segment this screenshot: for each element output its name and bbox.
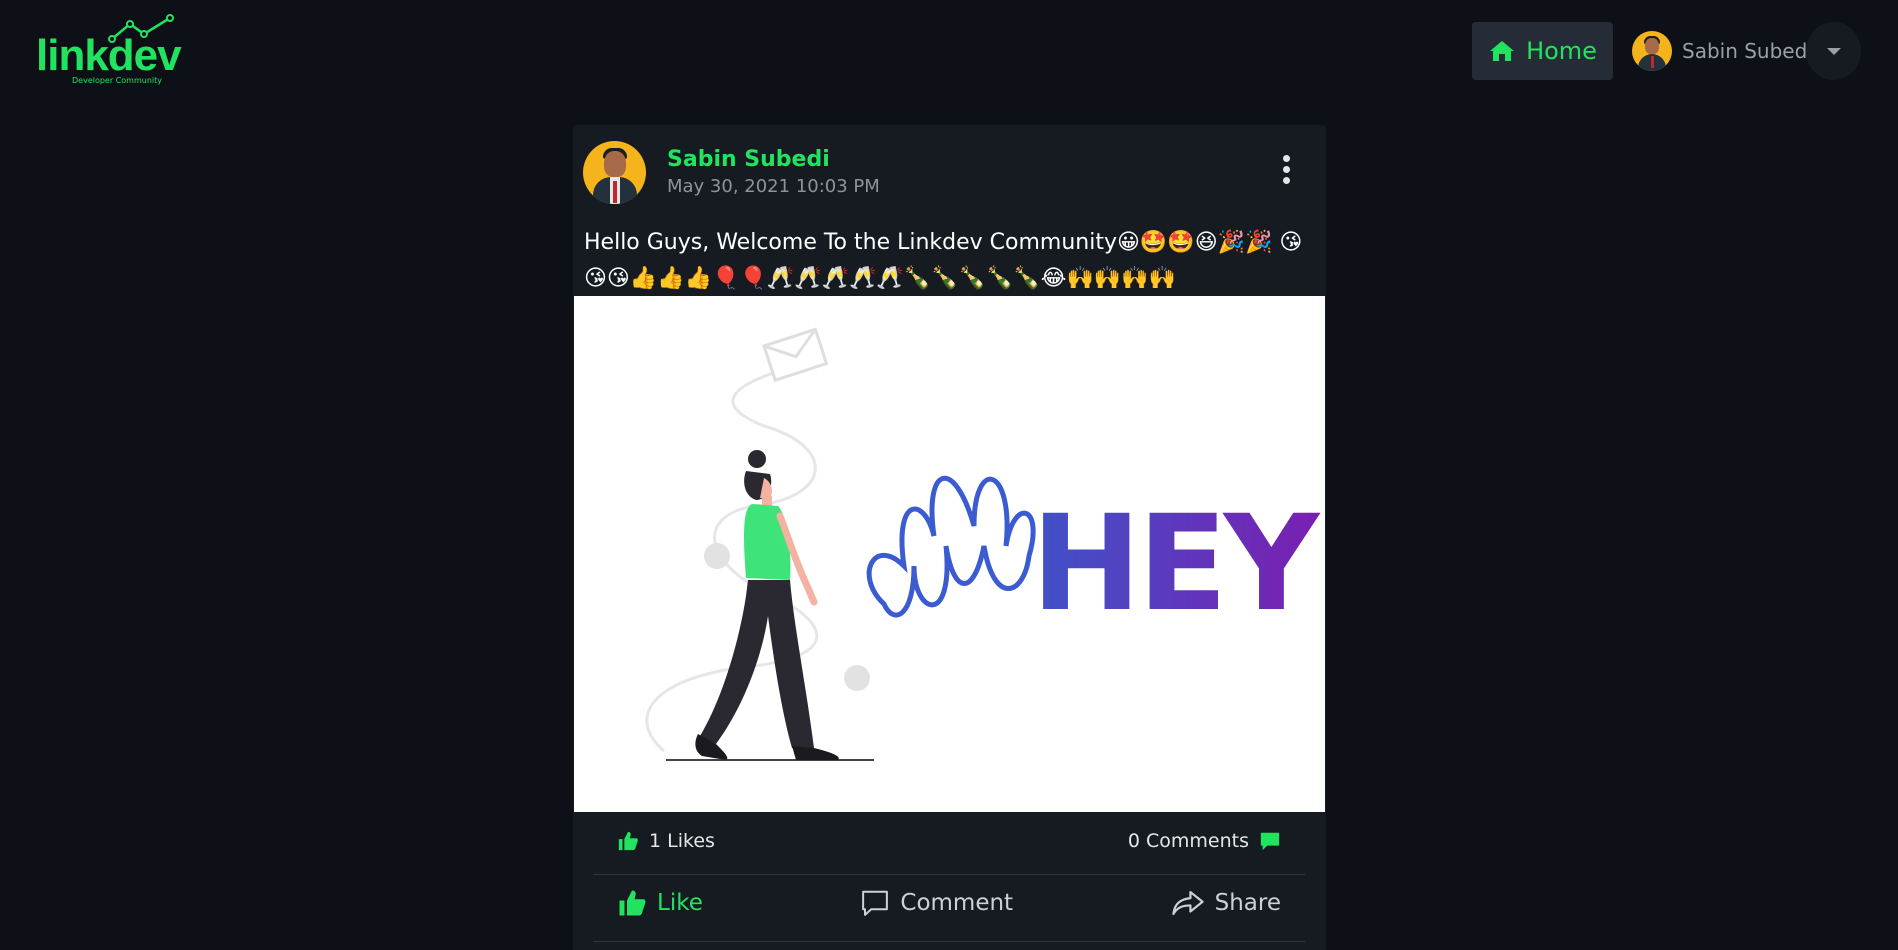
- hey-text: HEY: [1031, 487, 1321, 641]
- comments-count[interactable]: 0 Comments: [1128, 830, 1281, 852]
- chevron-down-icon: [1826, 47, 1841, 55]
- home-icon: [1490, 41, 1515, 61]
- post-actions: Like Comment Share: [617, 888, 1281, 918]
- user-menu[interactable]: Sabin Subedi: [1632, 30, 1813, 72]
- avatar: [1632, 31, 1672, 71]
- comment-icon: [862, 890, 889, 916]
- thumbs-up-icon: [619, 890, 646, 916]
- comment-button[interactable]: Comment: [860, 888, 1013, 918]
- brand-logo[interactable]: linkdev Developer Community: [36, 14, 186, 90]
- share-icon: [1171, 890, 1204, 916]
- divider: [593, 874, 1305, 875]
- user-name: Sabin Subedi: [1682, 39, 1813, 63]
- post-author[interactable]: Sabin Subedi: [667, 147, 880, 172]
- hey-illustration: HEY: [645, 327, 1325, 761]
- share-button[interactable]: Share: [1171, 888, 1281, 918]
- post-header: Sabin Subedi May 30, 2021 10:03 PM: [583, 141, 880, 204]
- like-label: Like: [657, 890, 703, 916]
- post-card: Sabin Subedi May 30, 2021 10:03 PM Hello…: [573, 125, 1326, 950]
- comment-label: Comment: [900, 890, 1014, 916]
- comment-filled-icon: [1260, 832, 1280, 851]
- brand-tagline: Developer Community: [72, 76, 162, 85]
- share-label: Share: [1214, 890, 1281, 916]
- user-dropdown-button[interactable]: [1806, 22, 1861, 80]
- likes-label: 1 Likes: [649, 830, 715, 852]
- brand-name: linkdev: [36, 31, 182, 80]
- post-stats: 1 Likes 0 Comments: [617, 830, 1281, 852]
- thumbs-up-icon: [618, 831, 638, 851]
- post-date: May 30, 2021 10:03 PM: [667, 176, 880, 197]
- author-avatar[interactable]: [583, 141, 646, 204]
- divider: [593, 941, 1305, 942]
- comments-label: 0 Comments: [1127, 830, 1249, 852]
- home-button[interactable]: Home: [1472, 22, 1613, 80]
- likes-count[interactable]: 1 Likes: [617, 830, 715, 852]
- more-options-icon[interactable]: [1283, 155, 1290, 184]
- home-label: Home: [1526, 37, 1597, 65]
- like-button[interactable]: Like: [617, 888, 703, 918]
- post-text: Hello Guys, Welcome To the Linkdev Commu…: [584, 230, 1303, 291]
- post-image[interactable]: HEY: [574, 296, 1325, 812]
